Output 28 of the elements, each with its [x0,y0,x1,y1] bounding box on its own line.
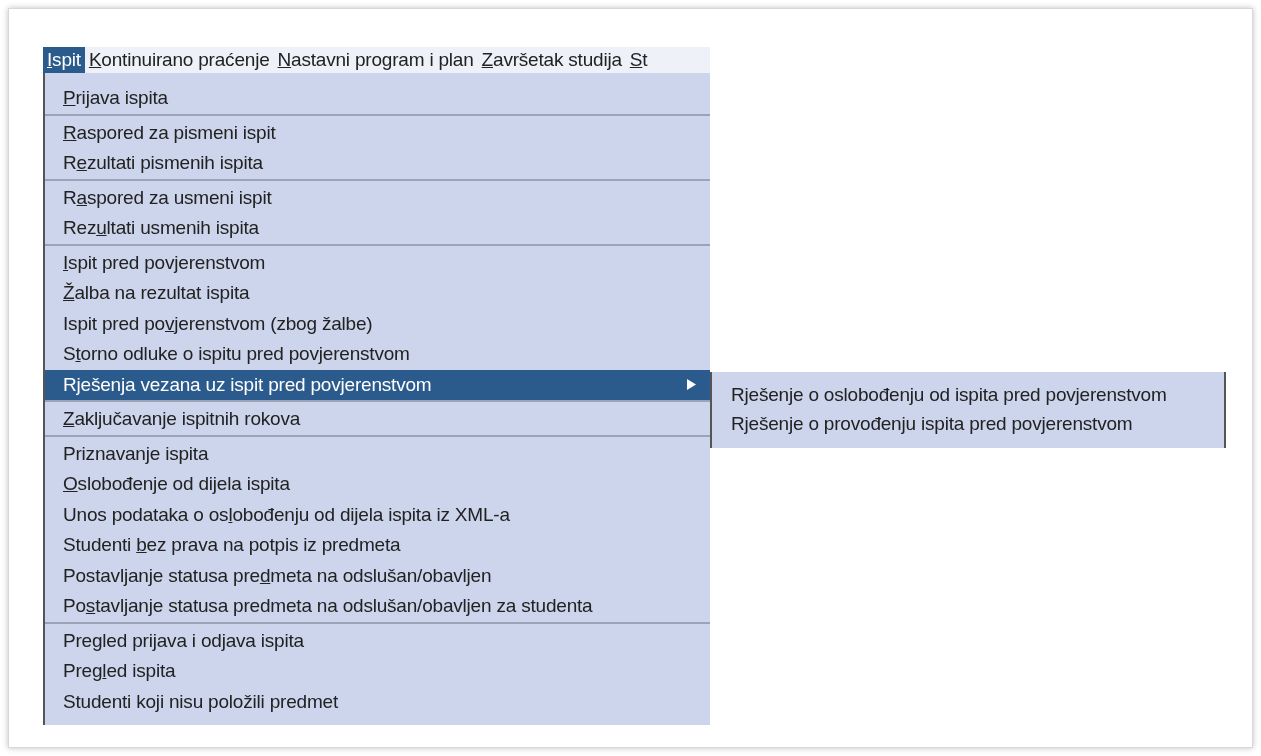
menu-item[interactable]: Ispit pred povjerenstvom (zbog žalbe) [45,308,710,339]
menu-item[interactable]: Storno odluke o ispitu pred povjerenstvom [45,339,710,370]
menu-item[interactable]: Pregled prijava i odjava ispita [45,625,710,656]
menu-item[interactable]: Postavljanje statusa predmeta na odslušan/obavljen [45,560,710,591]
menu-item[interactable]: Studenti koji nisu položili predmet [45,686,710,717]
menu-item[interactable]: Pregled ispita [45,656,710,687]
menu-item[interactable]: Postavljanje statusa predmeta na odslušan/obavljen za studenta [45,591,710,622]
menu-item[interactable]: Priznavanje ispita [45,438,710,469]
submenu-item[interactable]: Rješenje o provođenju ispita pred povjerenstvom [712,410,1224,439]
menu-item[interactable]: Ispit pred povjerenstvom [45,247,710,278]
menu-item[interactable]: Raspored za pismeni ispit [45,117,710,148]
menu-bar-item[interactable]: Kontinuirano praćenje [84,47,274,73]
menu-item[interactable]: Raspored za usmeni ispit [45,182,710,213]
menu-bar-item[interactable]: Ispit [43,47,85,73]
menu-item[interactable]: Rješenja vezana uz ispit pred povjerenstvom [45,369,710,400]
menu-item[interactable]: Rezultati pismenih ispita [45,148,710,179]
menu-bar-item[interactable]: Završetak studija [477,47,626,73]
menu-item[interactable]: Unos podataka o oslobođenju od dijela ispita iz XML-a [45,499,710,530]
menu-item[interactable]: Žalba na rezultat ispita [45,278,710,309]
menu-bar-item[interactable]: Nastavni program i plan [273,47,478,73]
menu-item[interactable]: Prijava ispita [45,83,710,114]
menu-item[interactable]: Rezultati usmenih ispita [45,213,710,244]
submenu-arrow-icon [687,379,696,391]
menu-bar-item[interactable]: St [625,47,652,73]
submenu-item[interactable]: Rješenje o oslobođenju od ispita pred povjerenstvom [712,381,1224,410]
menu-item[interactable]: Zaključavanje ispitnih rokova [45,404,710,435]
menu-item[interactable]: Studenti bez prava na potpis iz predmeta [45,530,710,561]
menu-item[interactable]: Oslobođenje od dijela ispita [45,469,710,500]
